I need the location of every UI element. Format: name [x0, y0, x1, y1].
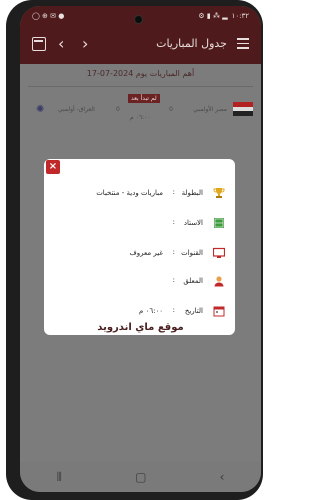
camera-hole	[134, 15, 143, 24]
home-team: مصر الأولمبي	[193, 106, 227, 113]
detail-row-channels: القنوات : غير معروف	[44, 247, 235, 265]
status-icons-left: ◯ ⊕ ✉ ●	[32, 12, 65, 20]
detail-sep: :	[172, 306, 175, 314]
home-icon[interactable]: ▢	[135, 470, 146, 484]
divider	[28, 86, 253, 87]
status-right: ⚙ ▮ ⁂ ▂ ١٠:٣٢	[198, 12, 249, 20]
detail-row-tournament: البطولة : مباريات ودية - منتخبات	[44, 187, 235, 205]
status-time: ١٠:٣٢	[231, 12, 249, 20]
match-details-dialog: × البطولة : مباريات ودية - منتخبات الاست…	[44, 159, 235, 335]
detail-row-stadium: الاستاد :	[44, 217, 235, 235]
detail-label: البطولة	[181, 189, 203, 197]
status-badge: لم تبدأ بعد	[128, 94, 160, 103]
detail-row-date: التاريخ : ٠٦:٠٠ م	[44, 305, 235, 323]
home-score: 0	[169, 106, 173, 113]
screen: ◯ ⊕ ✉ ● ⚙ ▮ ⁂ ▂ ١٠:٣٢ ‹ › جدول المباريات…	[20, 6, 261, 492]
app-bar: ‹ › جدول المباريات	[20, 26, 261, 64]
recent-apps-icon[interactable]: ⦀	[57, 470, 62, 485]
iraq-logo-icon: ✺	[36, 104, 45, 115]
watermark-site-name: موقع ماي اندرويد	[97, 322, 184, 333]
commentator-icon	[214, 276, 224, 287]
page-title: جدول المباريات	[156, 37, 227, 50]
detail-label: المعلق	[183, 277, 203, 285]
status-icons-right: ⚙ ▮ ⁂ ▂	[198, 12, 228, 20]
away-team: العراق- أولمبي	[58, 106, 95, 113]
stadium-icon	[214, 218, 224, 228]
tv-icon	[213, 247, 225, 258]
calendar-icon[interactable]	[32, 37, 46, 51]
system-nav-bar: ⦀ ▢ ‹	[20, 462, 261, 492]
detail-sep: :	[172, 248, 175, 256]
status-left: ◯ ⊕ ✉ ●	[32, 12, 64, 20]
detail-label: التاريخ	[184, 307, 203, 315]
detail-sep: :	[172, 276, 175, 284]
close-icon[interactable]: ×	[46, 160, 60, 174]
egypt-flag-icon	[233, 102, 253, 116]
detail-value: مباريات ودية - منتخبات	[96, 189, 163, 197]
away-score: 0	[116, 106, 120, 113]
match-row[interactable]: مصر الأولمبي 0 لم تبدأ بعد ٠٦:٠٠ م 0 الع…	[20, 94, 261, 134]
detail-sep: :	[172, 188, 175, 196]
date-heading: أهم المباريات يوم 2024-07-17	[86, 69, 195, 78]
detail-label: القنوات	[181, 249, 203, 257]
chevron-left-icon[interactable]: ‹	[58, 34, 64, 53]
detail-value: غير معروف	[129, 249, 164, 257]
detail-value: ٠٦:٠٠ م	[139, 307, 163, 315]
detail-label: الاستاد	[183, 219, 203, 227]
detail-sep: :	[172, 218, 175, 226]
main-content: أهم المباريات يوم 2024-07-17 مصر الأولمب…	[20, 64, 261, 472]
kickoff-time: ٠٦:٠٠ م	[130, 114, 151, 121]
menu-icon[interactable]	[237, 38, 249, 52]
phone-frame: ◯ ⊕ ✉ ● ⚙ ▮ ⁂ ▂ ١٠:٣٢ ‹ › جدول المباريات…	[6, 0, 263, 500]
trophy-icon	[213, 188, 225, 198]
detail-row-commentator: المعلق :	[44, 275, 235, 293]
chevron-right-icon[interactable]: ›	[82, 34, 88, 53]
calendar-icon	[213, 306, 225, 317]
back-icon[interactable]: ‹	[220, 470, 225, 484]
